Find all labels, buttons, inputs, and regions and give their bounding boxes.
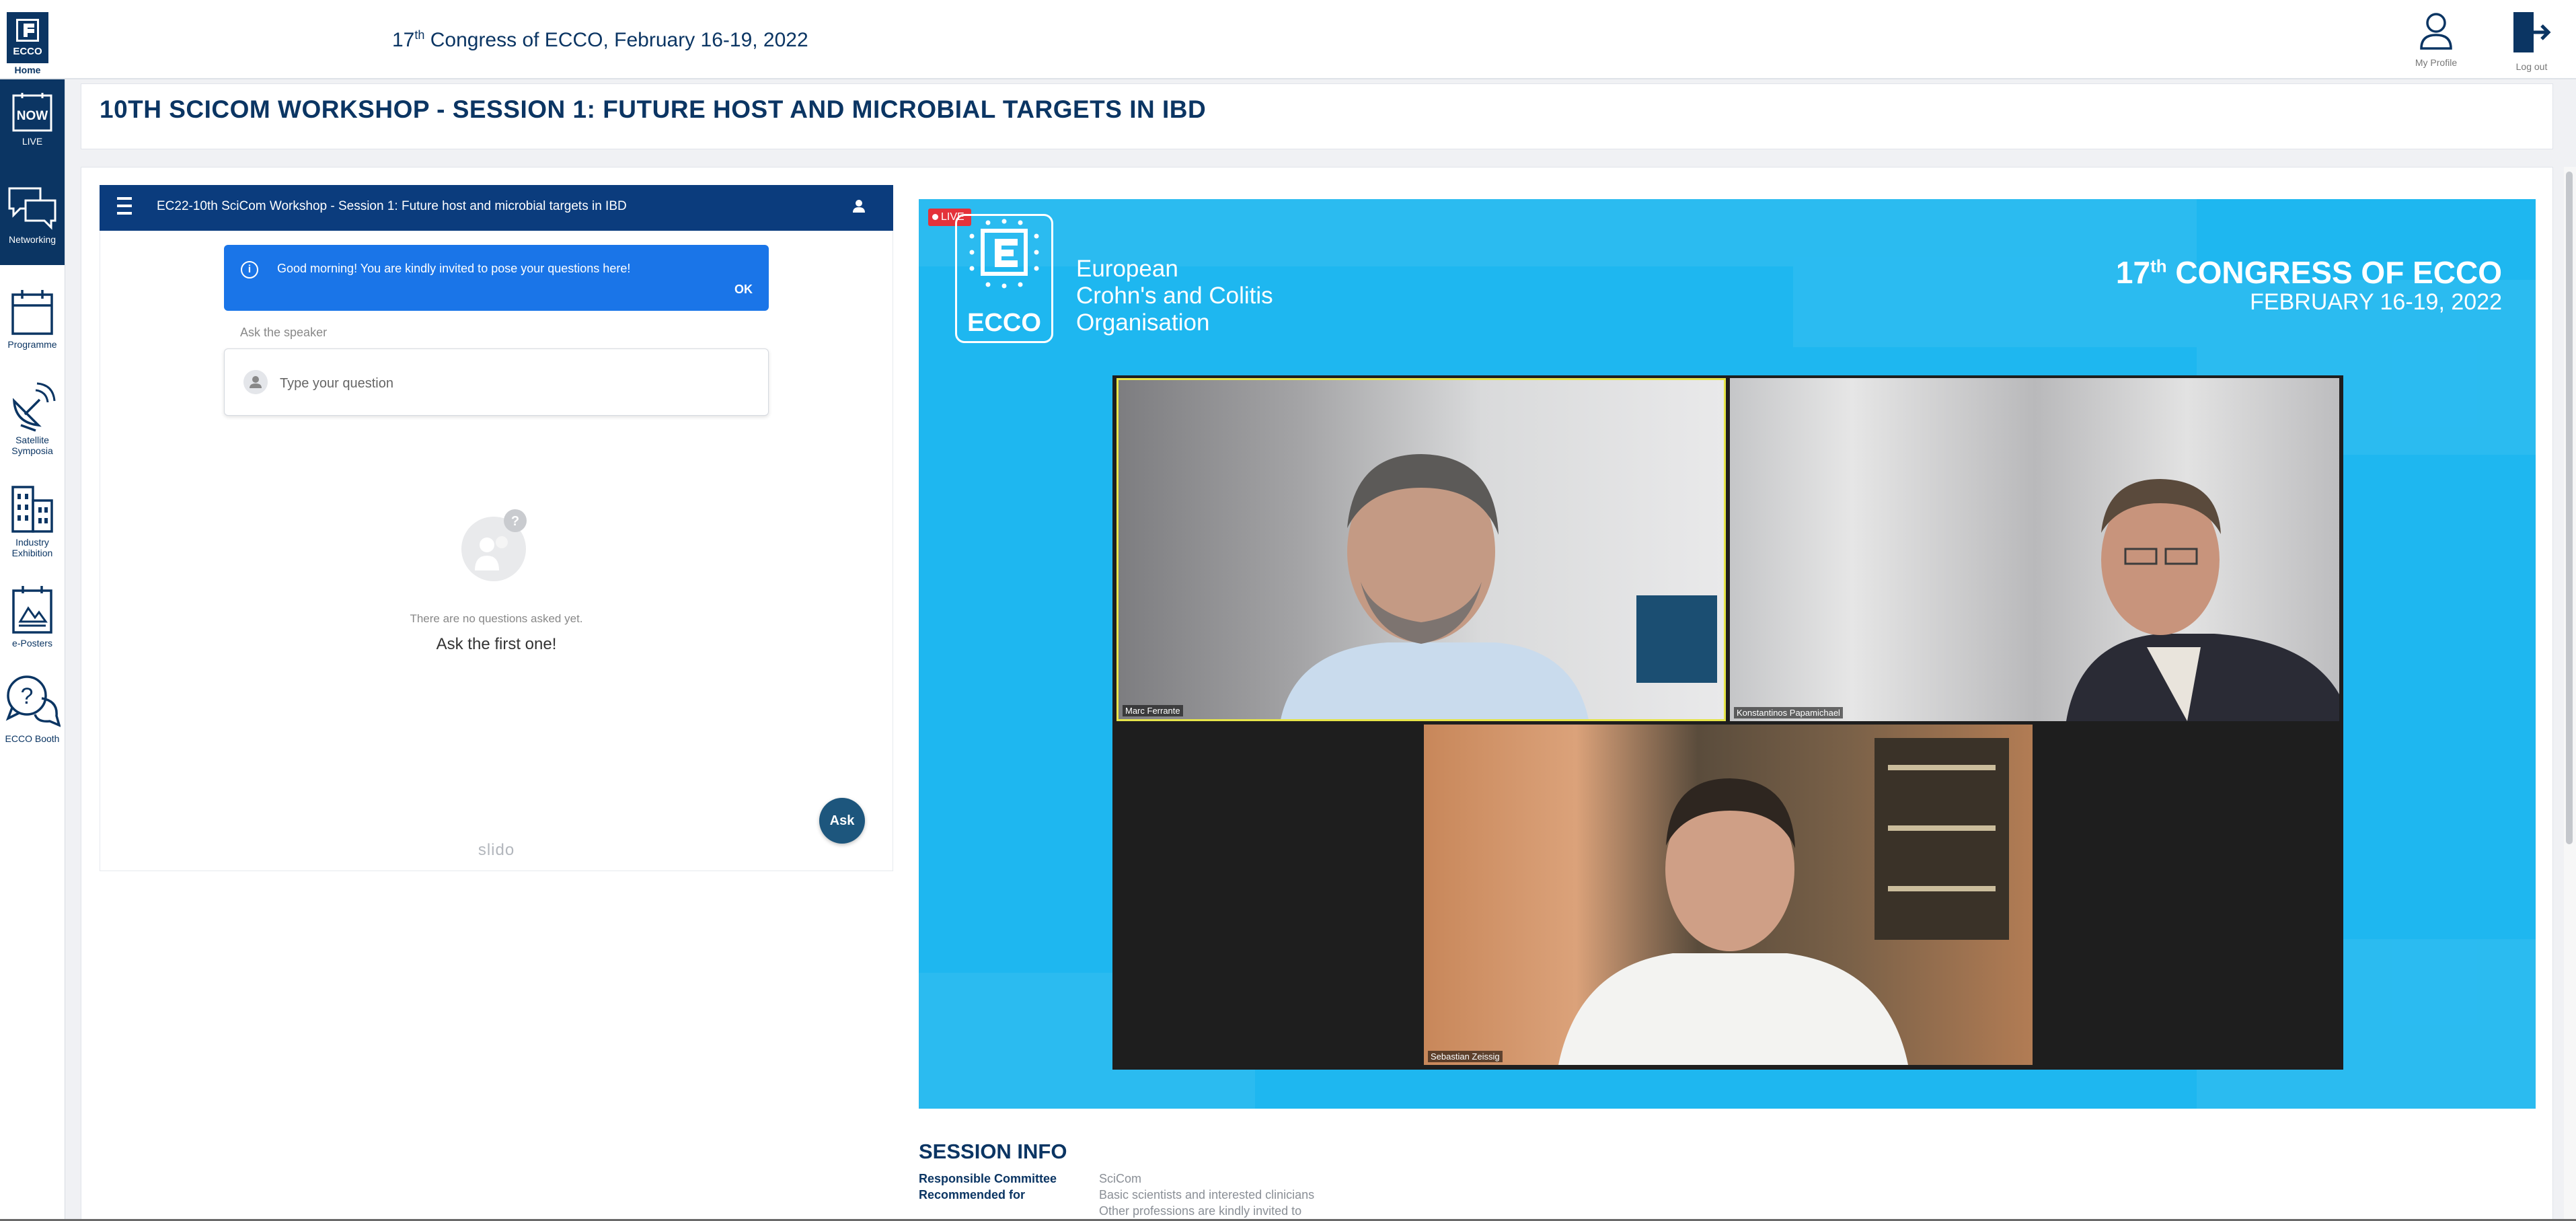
sidebar-label-satellite-symposia: Satellite Symposia bbox=[11, 435, 53, 456]
logo-text: ECCO bbox=[13, 46, 42, 57]
calendar-icon bbox=[11, 290, 53, 335]
question-input[interactable] bbox=[278, 371, 752, 396]
svg-text:?: ? bbox=[21, 683, 34, 709]
session-info-label: Recommended for bbox=[919, 1188, 1026, 1201]
session-info-label: Responsible Committee bbox=[919, 1172, 1057, 1185]
congress-title: 17th Congress of ECCO, February 16-19, 2… bbox=[392, 28, 808, 52]
ecco-logo-text: ECCO bbox=[967, 309, 1041, 337]
question-bubble-icon: ? bbox=[5, 675, 61, 727]
sidebar-label-live: LIVE bbox=[22, 136, 43, 147]
slido-brand: slido bbox=[478, 841, 515, 859]
session-info-value: Basic scientists and interested clinicia… bbox=[1099, 1188, 1315, 1201]
sidebar-label-programme: Programme bbox=[7, 339, 57, 350]
my-profile-button[interactable]: My Profile bbox=[2402, 9, 2470, 68]
now-icon: NOW bbox=[12, 93, 52, 132]
top-header bbox=[0, 0, 2576, 79]
hamburger-menu-icon[interactable] bbox=[117, 197, 140, 217]
participant-video-tile[interactable]: Sebastian Zeissig bbox=[1424, 725, 2033, 1065]
congress-number: 17 bbox=[392, 29, 415, 51]
sidebar-item-e-posters[interactable]: e-Posters bbox=[0, 580, 65, 671]
ecco-logo-icon bbox=[16, 19, 39, 42]
speaker-silhouette bbox=[2066, 479, 2339, 721]
ecco-congress-logo: ECCO bbox=[955, 214, 1053, 343]
org-name-line: European bbox=[1076, 256, 1178, 282]
page-title: 10TH SCICOM WORKSHOP - SESSION 1: FUTURE… bbox=[100, 96, 1207, 123]
ask-the-speaker-label: Ask the speaker bbox=[240, 326, 328, 339]
event-number: 17 bbox=[2115, 255, 2151, 290]
my-profile-label: My Profile bbox=[2415, 57, 2458, 68]
no-questions-text: There are no questions asked yet. bbox=[410, 612, 583, 625]
anonymous-avatar-icon bbox=[243, 370, 268, 394]
slido-event-title: EC22-10th SciCom Workshop - Session 1: F… bbox=[157, 199, 627, 213]
ask-button[interactable]: Ask bbox=[819, 798, 865, 844]
no-questions-illustration-icon: ? bbox=[461, 509, 527, 581]
participant-video-tile[interactable]: Marc Ferrante bbox=[1116, 378, 1726, 721]
session-info-value: SciCom bbox=[1099, 1172, 1142, 1185]
participant-video-tile[interactable]: Konstantinos Papamichael bbox=[1730, 378, 2339, 721]
welcome-banner-text: Good morning! You are kindly invited to … bbox=[277, 262, 631, 275]
satellite-dish-icon bbox=[12, 382, 56, 432]
event-ordinal: th bbox=[2150, 256, 2167, 276]
sidebar-item-satellite-symposia[interactable]: Satellite Symposia bbox=[0, 375, 65, 476]
session-info-value: Other professions are kindly invited to bbox=[1099, 1204, 1302, 1218]
home-label[interactable]: Home bbox=[7, 65, 48, 75]
participant-name: Konstantinos Papamichael bbox=[1734, 707, 1843, 718]
participant-name: Sebastian Zeissig bbox=[1428, 1051, 1503, 1062]
ask-first-one-text: Ask the first one! bbox=[436, 635, 557, 653]
sidebar-item-live[interactable]: NOW LIVE bbox=[0, 79, 65, 163]
sidebar-item-industry-exhibition[interactable]: Industry Exhibition bbox=[0, 478, 65, 579]
ecco-home-logo[interactable]: ECCO bbox=[7, 12, 48, 63]
logout-door-icon bbox=[2513, 12, 2551, 52]
svg-text:?: ? bbox=[511, 514, 519, 529]
banner-ok-button[interactable]: OK bbox=[734, 283, 753, 297]
user-icon bbox=[2420, 13, 2452, 50]
ecco-emblem-icon bbox=[969, 219, 1039, 289]
welcome-banner bbox=[224, 245, 769, 311]
participant-name: Marc Ferrante bbox=[1123, 705, 1183, 716]
session-info-heading: SESSION INFO bbox=[919, 1140, 1067, 1163]
speaker-silhouette bbox=[1281, 454, 1717, 719]
sidebar-item-networking[interactable]: Networking bbox=[0, 163, 65, 265]
sidebar-label-networking: Networking bbox=[8, 234, 56, 245]
event-title: 17th CONGRESS OF ECCO bbox=[1950, 254, 2502, 291]
org-name-line: Organisation bbox=[1076, 309, 1210, 336]
poster-icon bbox=[12, 586, 52, 634]
live-dot-icon bbox=[932, 214, 938, 220]
info-icon: i bbox=[241, 261, 258, 279]
sidebar-label-e-posters: e-Posters bbox=[12, 638, 52, 649]
organisation-name: European Crohn's and Colitis Organisatio… bbox=[1076, 256, 1273, 336]
logout-button[interactable]: Log out bbox=[2498, 9, 2565, 72]
scrollbar-thumb[interactable] bbox=[2566, 172, 2573, 844]
svg-text:NOW: NOW bbox=[17, 109, 48, 123]
congress-rest: Congress of ECCO, February 16-19, 2022 bbox=[424, 29, 808, 51]
speaker-silhouette bbox=[1558, 738, 2009, 1065]
event-dates: FEBRUARY 16-19, 2022 bbox=[2250, 289, 2502, 315]
congress-ordinal: th bbox=[414, 28, 425, 42]
sidebar-label-ecco-booth: ECCO Booth bbox=[5, 733, 60, 744]
user-account-icon[interactable] bbox=[849, 196, 869, 217]
sidebar-item-ecco-booth[interactable]: ? ECCO Booth bbox=[0, 671, 65, 772]
logout-label: Log out bbox=[2515, 61, 2548, 72]
event-title-rest: CONGRESS OF ECCO bbox=[2166, 255, 2502, 290]
sidebar-item-programme[interactable]: Programme bbox=[0, 279, 65, 370]
sidebar-label-industry-exhibition: Industry Exhibition bbox=[11, 537, 53, 558]
left-sidebar: NOW LIVE Networking Programme Satellite … bbox=[0, 79, 65, 1221]
chat-bubbles-icon bbox=[8, 187, 56, 230]
buildings-icon bbox=[11, 486, 53, 533]
org-name-line: Crohn's and Colitis bbox=[1076, 283, 1273, 309]
